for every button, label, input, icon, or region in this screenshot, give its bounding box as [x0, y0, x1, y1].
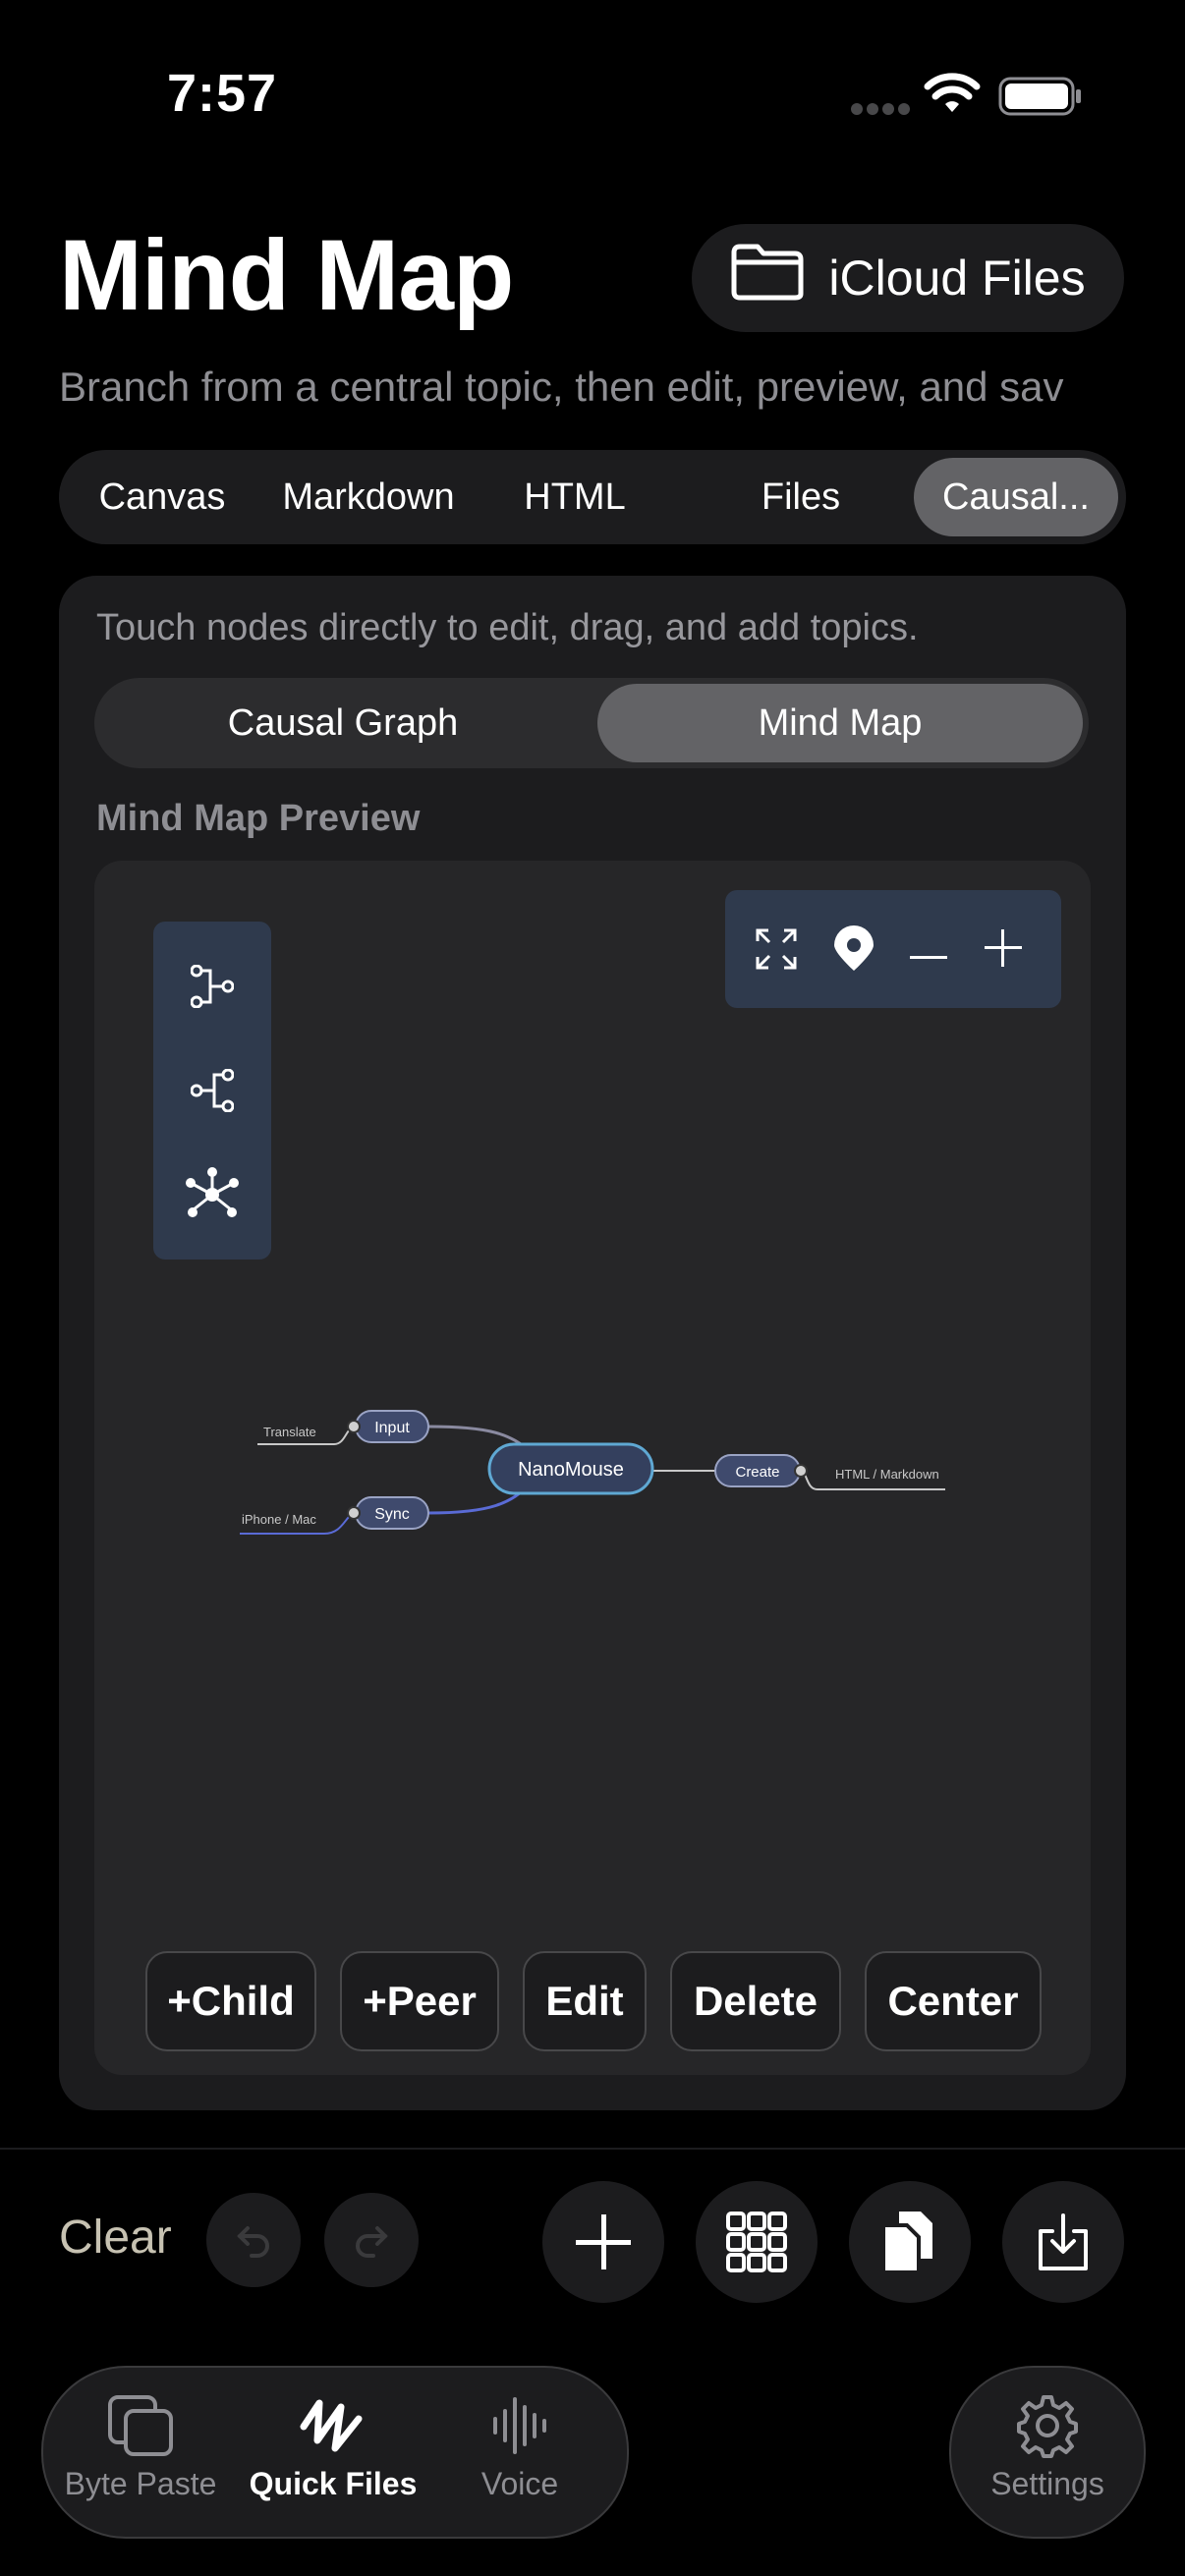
quick-files-label: Quick Files [249, 2466, 418, 2501]
layout-radial-icon[interactable] [185, 1167, 240, 1227]
layout-left-icon[interactable] [190, 1068, 235, 1117]
copy-icon[interactable] [849, 2181, 971, 2303]
layout-toolbar [153, 922, 271, 1260]
zoom-in-icon[interactable] [985, 929, 1022, 972]
mindmap-canvas: Input Sync Create NanoMouse Translate iP… [240, 1410, 945, 1535]
tabbar-quick-files[interactable]: Quick Files [240, 2393, 426, 2502]
tab-html[interactable]: HTML [472, 458, 678, 536]
icloud-files-button[interactable]: iCloud Files [692, 224, 1124, 332]
add-peer-button[interactable]: +Peer [340, 1951, 499, 2051]
zoom-out-icon[interactable] [910, 947, 947, 965]
leaf-html-markdown[interactable]: HTML / Markdown [835, 1467, 939, 1482]
folder-icon [730, 243, 805, 313]
view-toolbar [725, 890, 1061, 1008]
tab-markdown[interactable]: Markdown [265, 458, 472, 536]
cellular-signal-icon [851, 102, 910, 121]
locate-icon[interactable] [831, 925, 876, 978]
redo-icon[interactable] [324, 2193, 419, 2287]
edit-hint: Touch nodes directly to edit, drag, and … [96, 607, 919, 648]
scribble-icon [240, 2393, 426, 2466]
undo-icon[interactable] [206, 2193, 301, 2287]
node-center-label: NanoMouse [518, 1459, 624, 1481]
center-button[interactable]: Center [865, 1951, 1042, 2051]
fit-view-icon[interactable] [755, 927, 798, 976]
segment-causal-graph[interactable]: Causal Graph [100, 684, 586, 762]
graph-type-segmented-control: Causal Graph Mind Map [94, 678, 1089, 768]
tabbar-byte-paste[interactable]: Byte Paste [47, 2393, 234, 2502]
status-time: 7:57 [167, 64, 278, 123]
toolbar-divider [0, 2148, 1185, 2150]
tab-files[interactable]: Files [698, 458, 904, 536]
page-title: Mind Map [59, 219, 514, 331]
mode-tabs: Canvas Markdown HTML Files Causal... [59, 450, 1126, 544]
node-input-label: Input [374, 1420, 410, 1436]
delete-button[interactable]: Delete [670, 1951, 841, 2051]
collapse-handle[interactable] [794, 1464, 808, 1478]
segment-mind-map[interactable]: Mind Map [597, 684, 1083, 762]
tab-bar: Byte Paste Quick Files Voice [41, 2366, 629, 2539]
leaf-translate[interactable]: Translate [263, 1425, 316, 1439]
collapse-handle[interactable] [347, 1420, 361, 1433]
edit-button[interactable]: Edit [523, 1951, 647, 2051]
tabbar-voice[interactable]: Voice [426, 2393, 613, 2502]
voice-label: Voice [480, 2466, 559, 2501]
clear-button[interactable]: Clear [59, 2211, 172, 2265]
add-icon[interactable] [542, 2181, 664, 2303]
tab-canvas[interactable]: Canvas [59, 458, 265, 536]
byte-paste-icon [47, 2393, 234, 2466]
preview-label: Mind Map Preview [96, 798, 421, 839]
download-icon[interactable] [1002, 2181, 1124, 2303]
add-child-button[interactable]: +Child [145, 1951, 316, 2051]
layout-right-icon[interactable] [190, 964, 235, 1013]
battery-icon [998, 77, 1083, 121]
gear-icon [951, 2393, 1144, 2466]
node-create-label: Create [735, 1464, 779, 1481]
leaf-iphone-mac[interactable]: iPhone / Mac [242, 1512, 316, 1527]
node-sync-label: Sync [374, 1506, 410, 1523]
waveform-icon [426, 2393, 613, 2466]
wifi-icon [924, 73, 981, 121]
icloud-files-label: iCloud Files [828, 251, 1086, 306]
settings-button[interactable]: Settings [949, 2366, 1146, 2539]
byte-paste-label: Byte Paste [64, 2466, 217, 2501]
page-subtitle: Branch from a central topic, then edit, … [59, 364, 1064, 410]
settings-label: Settings [990, 2466, 1104, 2501]
tab-causal[interactable]: Causal... [914, 458, 1118, 536]
grid-icon[interactable] [696, 2181, 818, 2303]
collapse-handle[interactable] [347, 1506, 361, 1520]
